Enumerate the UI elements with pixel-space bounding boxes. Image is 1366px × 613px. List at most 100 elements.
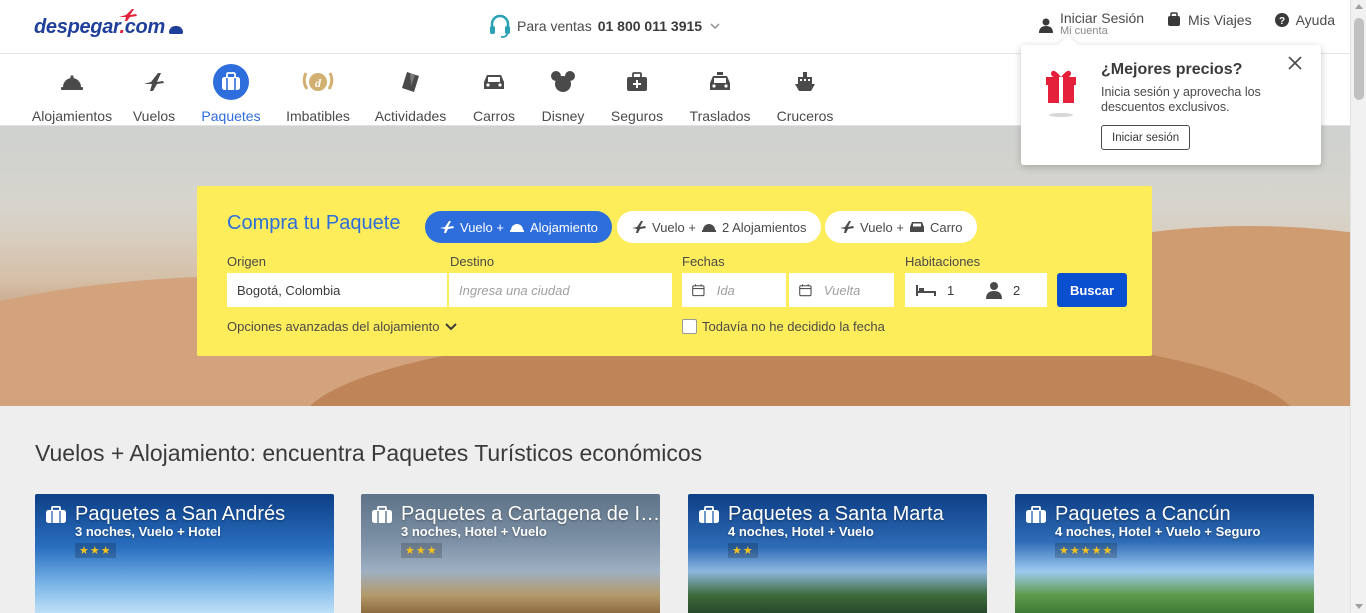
page-scrollbar[interactable]	[1350, 0, 1366, 613]
headset-icon	[490, 14, 510, 38]
category-cruceros[interactable]: Cruceros	[776, 54, 834, 126]
search-button[interactable]: Buscar	[1057, 273, 1127, 307]
car-icon	[484, 75, 504, 89]
plane-icon	[840, 221, 854, 233]
category-carros[interactable]: Carros	[473, 54, 515, 126]
category-label: Alojamientos	[31, 108, 113, 124]
hotel-bell-icon	[509, 224, 524, 232]
hotel-bell-icon	[701, 224, 716, 232]
destination-input[interactable]	[459, 282, 662, 298]
sales-label: Para ventas	[517, 18, 592, 34]
suitcase-icon	[1026, 505, 1046, 523]
undecided-date-label: Todavía no he decidido la fecha	[702, 319, 885, 334]
despegar-logo[interactable]: despegar.com	[34, 9, 183, 42]
origin-input[interactable]	[237, 282, 437, 298]
plane-icon	[632, 221, 646, 233]
return-date-field[interactable]	[789, 273, 894, 307]
undecided-date-checkbox[interactable]: Todavía no he decidido la fecha	[682, 319, 885, 334]
category-label: Cruceros	[776, 108, 834, 124]
suitcase-icon	[699, 505, 719, 523]
option-flight-hotel[interactable]: Vuelo + Alojamiento	[425, 211, 612, 243]
card-title: Paquetes a San Andrés	[75, 503, 286, 525]
advanced-options-toggle[interactable]: Opciones avanzadas del alojamiento	[227, 319, 458, 334]
card-title: Paquetes a Santa Marta	[728, 503, 944, 525]
package-card-san-andres[interactable]: Paquetes a San Andrés 3 noches, Vuelo + …	[35, 494, 334, 613]
option-flight-two-hotels[interactable]: Vuelo + 2 Alojamientos	[617, 211, 821, 243]
login-text-block: Iniciar Sesión Mi cuenta	[1060, 10, 1145, 38]
person-icon	[986, 282, 1002, 299]
category-label: Disney	[541, 108, 585, 124]
package-search-box: Compra tu Paquete Vuelo + Alojamiento Vu…	[197, 186, 1152, 356]
package-card-santa-marta[interactable]: Paquetes a Santa Marta 4 noches, Hotel +…	[688, 494, 987, 613]
category-paquetes[interactable]: Paquetes	[201, 54, 261, 126]
scroll-up-arrow[interactable]	[1355, 4, 1363, 9]
ticket-icon	[401, 72, 419, 92]
logo-wordmark: despegar.com	[34, 15, 165, 38]
search-title: Compra tu Paquete	[227, 212, 401, 234]
help-icon: ?	[1274, 13, 1289, 27]
category-imbatibles[interactable]: d Imbatibles	[286, 54, 350, 126]
rooms-count: 1	[947, 282, 955, 298]
login-label: Iniciar Sesión	[1060, 10, 1145, 26]
category-actividades[interactable]: Actividades	[375, 54, 446, 126]
card-subtitle: 3 noches, Vuelo + Hotel	[75, 524, 221, 539]
destination-field[interactable]	[449, 273, 672, 307]
login-button[interactable]: Iniciar Sesión Mi cuenta	[1038, 10, 1145, 38]
origin-field[interactable]	[227, 273, 447, 307]
depart-date-field[interactable]	[682, 273, 786, 307]
card-title: Paquetes a Cancún	[1055, 503, 1231, 525]
help-link[interactable]: ? Ayuda	[1274, 12, 1335, 28]
package-card-cancun[interactable]: Paquetes a Cancún 4 noches, Hotel + Vuel…	[1015, 494, 1314, 613]
sales-phone-dropdown[interactable]: Para ventas 01 800 011 3915	[489, 14, 720, 38]
category-alojamientos[interactable]: Alojamientos	[31, 54, 113, 126]
help-label: Ayuda	[1295, 12, 1336, 28]
card-subtitle: 4 noches, Hotel + Vuelo	[728, 524, 874, 539]
car-icon	[909, 222, 924, 232]
popup-text: Inicia sesión y aprovecha los descuentos…	[1101, 85, 1261, 114]
category-label: Imbatibles	[286, 108, 350, 124]
mickey-icon	[551, 71, 575, 92]
popup-login-button[interactable]: Iniciar sesión	[1101, 125, 1191, 150]
svg-text:d: d	[315, 76, 322, 90]
gift-icon	[1046, 70, 1076, 117]
category-traslados[interactable]: Traslados	[690, 54, 750, 126]
my-trips-link[interactable]: Mis Viajes	[1166, 12, 1252, 28]
checkbox-box[interactable]	[682, 319, 697, 334]
guests-count: 2	[1013, 282, 1021, 298]
taxi-icon	[710, 72, 730, 90]
card-subtitle: 3 noches, Hotel + Vuelo	[401, 524, 547, 539]
calendar-icon	[692, 284, 705, 297]
category-seguros[interactable]: Seguros	[610, 54, 664, 126]
category-label: Seguros	[610, 108, 664, 124]
card-subtitle: 4 noches, Hotel + Vuelo + Seguro	[1055, 524, 1261, 539]
option-label-2: Alojamiento	[529, 219, 598, 235]
option-label-2: Carro	[929, 219, 963, 235]
category-vuelos[interactable]: Vuelos	[133, 54, 175, 126]
hotel-bell-icon	[61, 75, 83, 90]
sales-phone-number: 01 800 011 3915	[597, 18, 703, 34]
category-label: Paquetes	[201, 108, 261, 124]
star-rating: ★★	[728, 543, 758, 558]
rooms-guests-selector[interactable]: 1 2	[905, 273, 1047, 307]
laurel-badge-icon: d	[302, 72, 334, 91]
bed-icon	[916, 285, 936, 296]
option-flight-car[interactable]: Vuelo + Carro	[825, 211, 977, 243]
package-card-cartagena[interactable]: Paquetes a Cartagena de Indias 3 noches,…	[361, 494, 660, 613]
login-promo-popup: ¿Mejores precios? Inicia sesión y aprove…	[1021, 45, 1321, 165]
popup-title: ¿Mejores precios?	[1101, 61, 1243, 78]
option-label: Vuelo +	[860, 219, 904, 235]
dates-label: Fechas	[682, 254, 725, 269]
close-icon[interactable]	[1287, 55, 1303, 71]
suitcase-icon	[222, 72, 240, 90]
svg-text:?: ?	[1279, 16, 1285, 27]
chevron-down-icon	[445, 322, 458, 330]
card-title: Paquetes a Cartagena de Indias	[401, 503, 660, 525]
depart-date-input[interactable]	[716, 282, 776, 298]
scroll-thumb[interactable]	[1354, 18, 1364, 100]
logo-text: despegar	[34, 15, 120, 38]
scroll-down-arrow[interactable]	[1355, 604, 1363, 609]
return-date-input[interactable]	[823, 282, 884, 298]
option-label: Vuelo +	[652, 219, 696, 235]
category-disney[interactable]: Disney	[541, 54, 585, 126]
plane-icon	[144, 73, 164, 91]
